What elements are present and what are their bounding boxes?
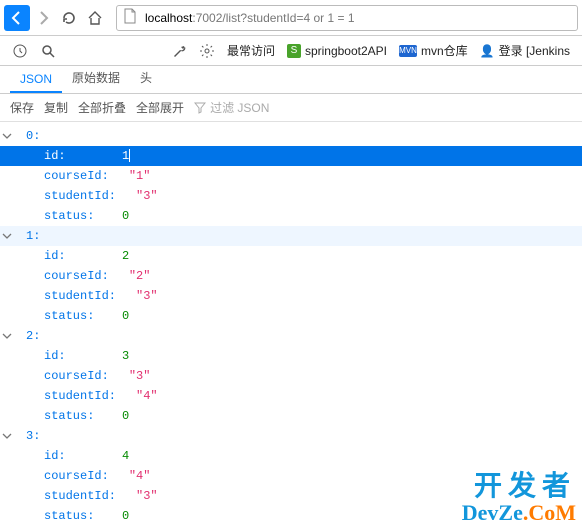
json-field-row[interactable]: courseId:"4"	[0, 466, 582, 486]
json-field-row[interactable]: status:0	[0, 406, 582, 426]
json-field-row[interactable]: studentId:"3"	[0, 186, 582, 206]
json-value: "4"	[109, 469, 151, 483]
json-key: studentId:	[14, 189, 116, 203]
json-key: id:	[14, 149, 102, 163]
reload-button[interactable]	[56, 5, 82, 31]
json-field-row[interactable]: status:0	[0, 206, 582, 226]
copy-button[interactable]: 复制	[44, 99, 68, 116]
address-bar[interactable]: localhost:7002/list?studentId=4 or 1 = 1	[116, 5, 578, 31]
json-object-header[interactable]: 2:	[0, 326, 582, 346]
json-field-row[interactable]: id:2	[0, 246, 582, 266]
json-value: "1"	[109, 169, 151, 183]
json-value: 0	[102, 209, 142, 223]
json-value: "3"	[116, 289, 158, 303]
json-key: id:	[14, 349, 102, 363]
json-value: 0	[102, 409, 142, 423]
bookmark-mvn[interactable]: MVNmvn仓库	[399, 42, 468, 59]
filter-json-input[interactable]: 过滤 JSON	[194, 99, 269, 116]
json-key: status:	[14, 209, 102, 223]
json-field-row[interactable]: id:3	[0, 346, 582, 366]
json-index-key: 0:	[14, 129, 40, 143]
json-field-row[interactable]: studentId:"3"	[0, 286, 582, 306]
json-value: 1	[102, 149, 142, 163]
json-field-row[interactable]: status:0	[0, 506, 582, 526]
collapse-all-button[interactable]: 全部折叠	[78, 99, 126, 116]
json-field-row[interactable]: studentId:"4"	[0, 386, 582, 406]
json-key: status:	[14, 409, 102, 423]
caret-down-icon	[2, 331, 14, 341]
json-key: courseId:	[14, 469, 109, 483]
tab-json[interactable]: JSON	[10, 66, 62, 93]
history-button[interactable]	[12, 43, 28, 59]
json-key: studentId:	[14, 289, 116, 303]
home-button[interactable]	[82, 5, 108, 31]
json-value: 0	[102, 509, 142, 523]
json-key: studentId:	[14, 389, 116, 403]
json-field-row[interactable]: courseId:"1"	[0, 166, 582, 186]
json-field-row[interactable]: id:4	[0, 446, 582, 466]
devtools-tabs: JSON 原始数据 头	[0, 66, 582, 94]
json-value: "4"	[116, 389, 158, 403]
jenkins-icon: 👤	[480, 44, 495, 58]
json-viewer: 0:id:1courseId:"1"studentId:"3"status:01…	[0, 122, 582, 530]
bookmark-springboot[interactable]: Sspringboot2API	[287, 44, 387, 58]
url-text: localhost:7002/list?studentId=4 or 1 = 1	[145, 11, 355, 25]
back-button[interactable]	[4, 5, 30, 31]
json-index-key: 1:	[14, 229, 40, 243]
search-button[interactable]	[40, 43, 56, 59]
page-icon	[123, 8, 139, 27]
browser-toolbar: localhost:7002/list?studentId=4 or 1 = 1	[0, 0, 582, 36]
json-key: status:	[14, 309, 102, 323]
json-field-row[interactable]: studentId:"3"	[0, 486, 582, 506]
devtools-subbar: 保存 复制 全部折叠 全部展开 过滤 JSON	[0, 94, 582, 122]
tab-raw[interactable]: 原始数据	[62, 63, 130, 93]
bookmark-login[interactable]: 👤登录 [Jenkins	[480, 42, 570, 59]
json-index-key: 3:	[14, 429, 40, 443]
caret-down-icon	[2, 131, 14, 141]
json-object-header[interactable]: 0:	[0, 126, 582, 146]
expand-all-button[interactable]: 全部展开	[136, 99, 184, 116]
json-key: status:	[14, 509, 102, 523]
json-key: studentId:	[14, 489, 116, 503]
json-field-row[interactable]: courseId:"3"	[0, 366, 582, 386]
json-key: courseId:	[14, 369, 109, 383]
swagger-icon: S	[287, 44, 301, 58]
json-value: "3"	[116, 489, 158, 503]
json-field-row[interactable]: courseId:"2"	[0, 266, 582, 286]
json-object-header[interactable]: 1:	[0, 226, 582, 246]
json-key: id:	[14, 449, 102, 463]
json-field-row[interactable]: status:0	[0, 306, 582, 326]
caret-down-icon	[2, 431, 14, 441]
wrench-icon[interactable]	[171, 43, 187, 59]
bookmarks-bar: 最常访问 Sspringboot2API MVNmvn仓库 👤登录 [Jenki…	[0, 36, 582, 66]
json-key: id:	[14, 249, 102, 263]
funnel-icon	[194, 102, 206, 114]
json-value: 3	[102, 349, 142, 363]
bookmark-most-visited[interactable]: 最常访问	[227, 42, 275, 59]
json-index-key: 2:	[14, 329, 40, 343]
json-value: "3"	[109, 369, 151, 383]
json-key: courseId:	[14, 169, 109, 183]
json-value: "2"	[109, 269, 151, 283]
json-value: 4	[102, 449, 142, 463]
forward-button[interactable]	[30, 5, 56, 31]
json-key: courseId:	[14, 269, 109, 283]
json-object-header[interactable]: 3:	[0, 426, 582, 446]
tab-head[interactable]: 头	[130, 63, 162, 93]
gear-icon[interactable]	[199, 43, 215, 59]
save-button[interactable]: 保存	[10, 99, 34, 116]
caret-down-icon	[2, 231, 14, 241]
json-value: 2	[102, 249, 142, 263]
json-field-row[interactable]: id:1	[0, 146, 582, 166]
mvn-icon: MVN	[399, 45, 417, 57]
json-value: 0	[102, 309, 142, 323]
json-value: "3"	[116, 189, 158, 203]
